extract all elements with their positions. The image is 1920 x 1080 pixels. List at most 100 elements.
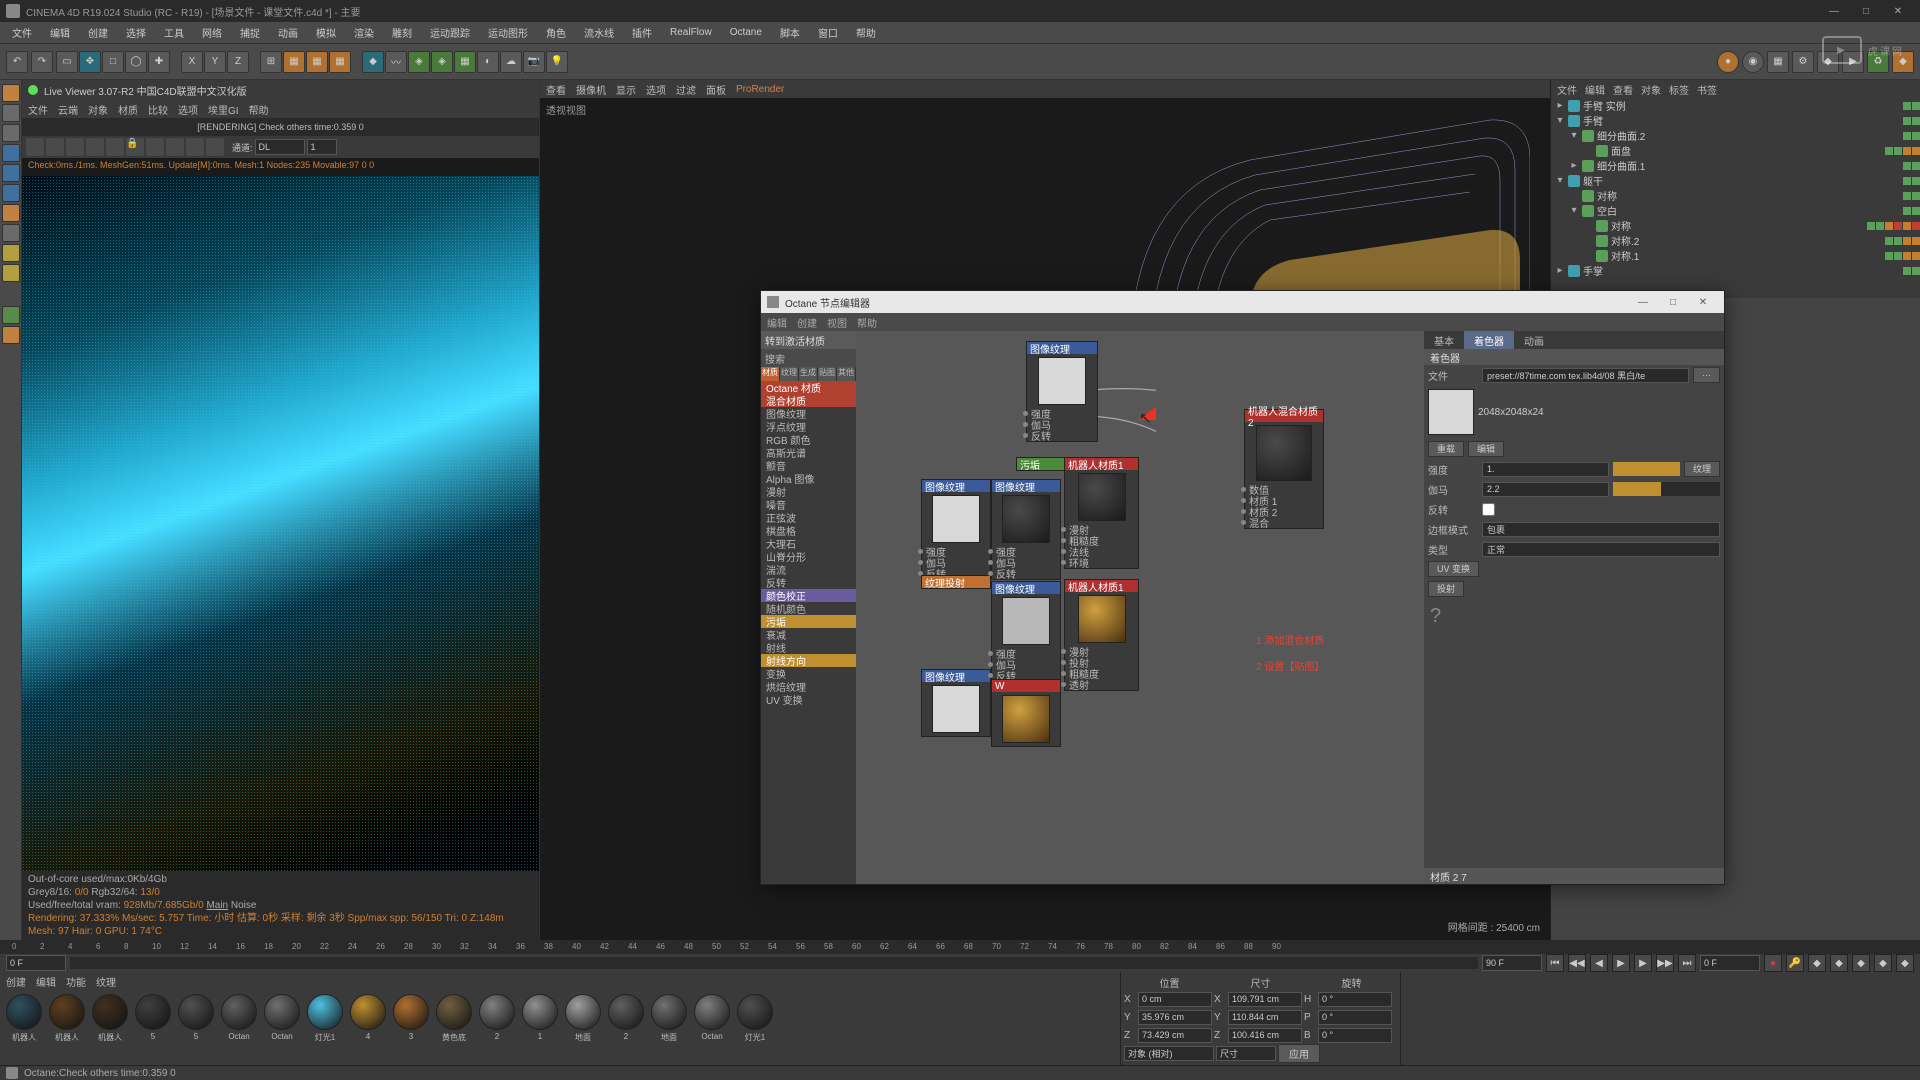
category-tab[interactable]: 纹理 [780,367,799,381]
axis-mode-icon[interactable] [2,124,20,142]
menu-item[interactable]: 创建 [797,315,817,330]
category-tab[interactable]: 贴图 [818,367,837,381]
lv-pause-icon[interactable] [66,138,84,156]
strength-input[interactable] [1482,462,1609,477]
render-button[interactable]: ▦ [283,51,305,73]
render-settings-button[interactable]: ▦ [329,51,351,73]
edit-button[interactable]: 编辑 [1468,441,1504,457]
menu-item[interactable]: 书签 [1697,82,1717,97]
octane-tool-icon[interactable]: ⚙ [1792,51,1814,73]
play-button[interactable]: ▶ [1612,954,1630,972]
current-frame-input[interactable] [1700,955,1760,971]
menu-item[interactable]: 雕刻 [384,23,420,42]
menu-item[interactable]: Octane [722,25,770,40]
tree-row[interactable]: 对称.2 [1551,233,1920,248]
lv-lock-icon[interactable]: 🔒 [126,138,144,156]
render-region-button[interactable]: ▦ [306,51,328,73]
tree-row[interactable]: ▸手臂 实例 [1551,98,1920,113]
menu-item[interactable]: 选项 [178,102,198,117]
tree-row[interactable]: ▸细分曲面.1 [1551,158,1920,173]
size-x-input[interactable] [1228,992,1302,1007]
node-mix-material-output[interactable]: 机器人混合材质2 数值 材质 1 材质 2 混合 [1244,409,1324,529]
add-cube-button[interactable]: ◆ [362,51,384,73]
menu-item[interactable]: 功能 [66,974,86,989]
sculpt-icon[interactable] [2,306,20,324]
material-swatch[interactable]: 4 [348,994,388,1041]
node-type-list[interactable]: Octane 材质混合材质图像纹理浮点纹理RGB 颜色高斯光谱颤音Alpha 图… [761,381,856,884]
rot-h-input[interactable] [1318,992,1392,1007]
point-mode-icon[interactable] [2,144,20,162]
record-button[interactable]: ● [1764,954,1782,972]
keyframe-pla-button[interactable]: ◆ [1896,954,1914,972]
menu-item[interactable]: 动画 [270,23,306,42]
render-canvas[interactable] [22,176,539,871]
node-image-texture-4[interactable]: 图像纹理 强度 伽马 反转 [991,581,1061,682]
node-octane-preview-mid[interactable]: 图像纹理 强度 伽马 反转 [991,479,1061,580]
menu-item[interactable]: 文件 [28,102,48,117]
pos-y-input[interactable] [1138,1010,1212,1025]
keyframe-scale-button[interactable]: ◆ [1830,954,1848,972]
menu-item[interactable]: 运动图形 [480,23,536,42]
add-array-button[interactable]: ▦ [454,51,476,73]
rotate-tool[interactable]: ◯ [125,51,147,73]
lv-gear-icon[interactable] [106,138,124,156]
category-tab[interactable]: 其他 [837,367,856,381]
lv-number-input[interactable] [307,139,337,155]
tree-row[interactable]: ▾空白 [1551,203,1920,218]
maximize-button[interactable]: □ [1850,2,1882,20]
menu-item[interactable]: 显示 [616,82,636,97]
node-type-item[interactable]: UV 变换 [761,693,856,706]
node-search-input[interactable]: 搜索 [761,349,856,367]
node-octane-material-gold[interactable]: 机器人材质1 漫射 投射 粗糙度 透射 [1064,579,1139,691]
goto-active-material-button[interactable]: 转到激活材质 [761,331,856,349]
object-manager-menu[interactable]: 文件编辑查看对象标签书签 [1551,80,1920,98]
category-tab[interactable]: 材质 [761,367,780,381]
snap-icon[interactable] [2,244,20,262]
material-swatch[interactable]: 灯光1 [735,994,775,1043]
menu-item[interactable]: 编辑 [767,315,787,330]
add-generator-button[interactable]: ◈ [408,51,430,73]
menu-item[interactable]: ProRender [736,84,784,95]
goto-end-button[interactable]: ⏭ [1678,954,1696,972]
material-swatch[interactable]: 地面 [563,994,603,1043]
dialog-maximize-button[interactable]: □ [1658,297,1688,308]
dialog-minimize-button[interactable]: — [1628,297,1658,308]
viewport-menu[interactable]: 查看摄像机显示选项过滤面板ProRender [540,80,1550,98]
menu-item[interactable]: 标签 [1669,82,1689,97]
rot-p-input[interactable] [1318,1010,1392,1025]
coord-size-select[interactable] [1216,1046,1276,1061]
menu-item[interactable]: 网络 [194,23,230,42]
keyframe-param-button[interactable]: ◆ [1874,954,1892,972]
tree-row[interactable]: ▸手掌 [1551,263,1920,278]
menu-item[interactable]: 帮助 [249,102,269,117]
prev-frame-button[interactable]: ◀ [1590,954,1608,972]
menu-item[interactable]: 帮助 [857,315,877,330]
node-octane-material-1[interactable]: 机器人材质1 漫射 粗糙度 法线 环境 [1064,457,1139,569]
lv-picker-icon[interactable] [206,138,224,156]
quantize-icon[interactable] [2,264,20,282]
octane-sphere-icon[interactable]: ◉ [1742,51,1764,73]
material-menu[interactable]: 创建编辑功能纹理 [0,972,1120,990]
material-swatch[interactable]: 机器人 [4,994,44,1043]
dialog-close-button[interactable]: ✕ [1688,297,1718,308]
menu-item[interactable]: 工具 [156,23,192,42]
add-spline-button[interactable]: 〰 [385,51,407,73]
menu-item[interactable]: 文件 [4,23,40,42]
autokey-button[interactable]: 🔑 [1786,954,1804,972]
material-swatch[interactable]: Octan [262,994,302,1041]
add-deformer-button[interactable]: ◐ [477,51,499,73]
menu-item[interactable]: 编辑 [1585,82,1605,97]
material-swatch[interactable]: 灯光1 [305,994,345,1043]
material-swatch[interactable]: 1 [520,994,560,1041]
live-viewer-menu[interactable]: 文件云端对象材质比较选项埃里GI帮助 [22,100,539,118]
menu-item[interactable]: 窗口 [810,23,846,42]
tree-row[interactable]: 对称 [1551,218,1920,233]
material-swatch[interactable]: 2 [477,994,517,1041]
dialog-menubar[interactable]: 编辑创建视图帮助 [761,313,1724,331]
menu-item[interactable]: 纹理 [96,974,116,989]
next-key-button[interactable]: ▶▶ [1656,954,1674,972]
material-swatch[interactable]: 3 [391,994,431,1041]
menu-item[interactable]: 捕捉 [232,23,268,42]
axis-z-button[interactable]: Z [227,51,249,73]
pos-x-input[interactable] [1138,992,1212,1007]
